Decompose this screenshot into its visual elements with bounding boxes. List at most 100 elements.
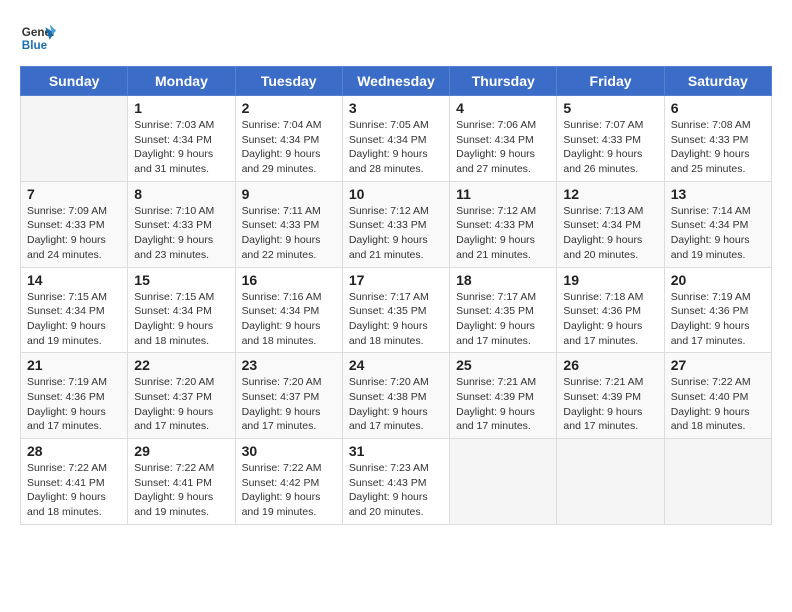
day-info: Sunrise: 7:09 AMSunset: 4:33 PMDaylight:… [27, 204, 121, 263]
day-header-thursday: Thursday [450, 67, 557, 96]
svg-text:Blue: Blue [22, 39, 48, 52]
calendar-cell: 4 Sunrise: 7:06 AMSunset: 4:34 PMDaylight… [450, 96, 557, 182]
calendar-cell: 18 Sunrise: 7:17 AMSunset: 4:35 PMDayligh… [450, 267, 557, 353]
day-info: Sunrise: 7:03 AMSunset: 4:34 PMDaylight:… [134, 118, 228, 177]
calendar-cell: 10 Sunrise: 7:12 AMSunset: 4:33 PMDayligh… [342, 181, 449, 267]
day-header-monday: Monday [128, 67, 235, 96]
day-info: Sunrise: 7:22 AMSunset: 4:41 PMDaylight:… [134, 461, 228, 520]
calendar-cell [557, 439, 664, 525]
day-number: 13 [671, 186, 765, 202]
day-number: 4 [456, 100, 550, 116]
day-header-tuesday: Tuesday [235, 67, 342, 96]
day-number: 1 [134, 100, 228, 116]
day-number: 2 [242, 100, 336, 116]
day-number: 8 [134, 186, 228, 202]
day-number: 18 [456, 272, 550, 288]
day-number: 25 [456, 357, 550, 373]
calendar-cell: 24 Sunrise: 7:20 AMSunset: 4:38 PMDayligh… [342, 353, 449, 439]
day-number: 27 [671, 357, 765, 373]
calendar-cell: 27 Sunrise: 7:22 AMSunset: 4:40 PMDayligh… [664, 353, 771, 439]
day-info: Sunrise: 7:06 AMSunset: 4:34 PMDaylight:… [456, 118, 550, 177]
calendar-cell: 12Sunrise: 7:13 AMSunset: 4:34 PMDayligh… [557, 181, 664, 267]
calendar-cell: 15 Sunrise: 7:15 AMSunset: 4:34 PMDayligh… [128, 267, 235, 353]
day-number: 9 [242, 186, 336, 202]
calendar-cell [450, 439, 557, 525]
day-number: 20 [671, 272, 765, 288]
day-number: 3 [349, 100, 443, 116]
day-number: 10 [349, 186, 443, 202]
calendar-week-1: 1 Sunrise: 7:03 AMSunset: 4:34 PMDaylight… [21, 96, 772, 182]
day-number: 29 [134, 443, 228, 459]
day-info: Sunrise: 7:22 AMSunset: 4:40 PMDaylight:… [671, 375, 765, 434]
calendar-cell: 28Sunrise: 7:22 AMSunset: 4:41 PMDayligh… [21, 439, 128, 525]
day-info: Sunrise: 7:12 AMSunset: 4:33 PMDaylight:… [456, 204, 550, 263]
calendar-cell: 17 Sunrise: 7:17 AMSunset: 4:35 PMDayligh… [342, 267, 449, 353]
calendar-cell: 31Sunrise: 7:23 AMSunset: 4:43 PMDayligh… [342, 439, 449, 525]
calendar-cell: 25 Sunrise: 7:21 AMSunset: 4:39 PMDayligh… [450, 353, 557, 439]
calendar-cell: 22 Sunrise: 7:20 AMSunset: 4:37 PMDayligh… [128, 353, 235, 439]
day-info: Sunrise: 7:20 AMSunset: 4:37 PMDaylight:… [134, 375, 228, 434]
calendar-week-5: 28 Sunrise: 7:22 AMSunset: 4:41 PMDayligh… [21, 439, 772, 525]
calendar-cell: 9 Sunrise: 7:11 AMSunset: 4:33 PMDaylight… [235, 181, 342, 267]
calendar-cell: 13 Sunrise: 7:14 AMSunset: 4:34 PMDayligh… [664, 181, 771, 267]
day-number: 14 [27, 272, 121, 288]
day-info: Sunrise: 7:16 AMSunset: 4:34 PMDaylight:… [242, 290, 336, 349]
calendar-cell: 14 Sunrise: 7:15 AMSunset: 4:34 PMDayligh… [21, 267, 128, 353]
day-number: 11 [456, 186, 550, 202]
day-number: 17 [349, 272, 443, 288]
day-info: Sunrise: 7:19 AMSunset: 4:36 PMDaylight:… [671, 290, 765, 349]
header: General Blue [20, 20, 772, 56]
day-number: 24 [349, 357, 443, 373]
day-info: Sunrise: 7:11 AMSunset: 4:33 PMDaylight:… [242, 204, 336, 263]
day-header-wednesday: Wednesday [342, 67, 449, 96]
day-header-sunday: Sunday [21, 67, 128, 96]
calendar-cell: 5Sunrise: 7:07 AMSunset: 4:33 PMDaylight… [557, 96, 664, 182]
day-info: Sunrise: 7:20 AMSunset: 4:37 PMDaylight:… [242, 375, 336, 434]
day-info: Sunrise: 7:22 AMSunset: 4:42 PMDaylight:… [242, 461, 336, 520]
day-number: 15 [134, 272, 228, 288]
day-number: 26 [563, 357, 657, 373]
day-info: Sunrise: 7:21 AMSunset: 4:39 PMDaylight:… [563, 375, 657, 434]
calendar-cell: 6 Sunrise: 7:08 AMSunset: 4:33 PMDaylight… [664, 96, 771, 182]
day-number: 28 [27, 443, 121, 459]
calendar-cell: 21Sunrise: 7:19 AMSunset: 4:36 PMDayligh… [21, 353, 128, 439]
calendar-cell [664, 439, 771, 525]
day-info: Sunrise: 7:17 AMSunset: 4:35 PMDaylight:… [456, 290, 550, 349]
calendar-week-2: 7 Sunrise: 7:09 AMSunset: 4:33 PMDaylight… [21, 181, 772, 267]
day-info: Sunrise: 7:10 AMSunset: 4:33 PMDaylight:… [134, 204, 228, 263]
day-info: Sunrise: 7:04 AMSunset: 4:34 PMDaylight:… [242, 118, 336, 177]
day-info: Sunrise: 7:20 AMSunset: 4:38 PMDaylight:… [349, 375, 443, 434]
day-info: Sunrise: 7:05 AMSunset: 4:34 PMDaylight:… [349, 118, 443, 177]
calendar-cell: 8 Sunrise: 7:10 AMSunset: 4:33 PMDaylight… [128, 181, 235, 267]
day-number: 6 [671, 100, 765, 116]
day-info: Sunrise: 7:15 AMSunset: 4:34 PMDaylight:… [134, 290, 228, 349]
day-info: Sunrise: 7:08 AMSunset: 4:33 PMDaylight:… [671, 118, 765, 177]
calendar-header-row: SundayMondayTuesdayWednesdayThursdayFrid… [21, 67, 772, 96]
day-info: Sunrise: 7:13 AMSunset: 4:34 PMDaylight:… [563, 204, 657, 263]
day-number: 23 [242, 357, 336, 373]
day-info: Sunrise: 7:23 AMSunset: 4:43 PMDaylight:… [349, 461, 443, 520]
calendar-cell: 7 Sunrise: 7:09 AMSunset: 4:33 PMDaylight… [21, 181, 128, 267]
calendar-cell: 20 Sunrise: 7:19 AMSunset: 4:36 PMDayligh… [664, 267, 771, 353]
calendar-cell: 11 Sunrise: 7:12 AMSunset: 4:33 PMDayligh… [450, 181, 557, 267]
day-number: 16 [242, 272, 336, 288]
day-info: Sunrise: 7:12 AMSunset: 4:33 PMDaylight:… [349, 204, 443, 263]
day-header-saturday: Saturday [664, 67, 771, 96]
logo-icon: General Blue [20, 20, 56, 56]
calendar-cell: 3 Sunrise: 7:05 AMSunset: 4:34 PMDaylight… [342, 96, 449, 182]
day-info: Sunrise: 7:21 AMSunset: 4:39 PMDaylight:… [456, 375, 550, 434]
calendar-week-3: 14 Sunrise: 7:15 AMSunset: 4:34 PMDayligh… [21, 267, 772, 353]
calendar-cell [21, 96, 128, 182]
day-header-friday: Friday [557, 67, 664, 96]
day-number: 21 [27, 357, 121, 373]
day-number: 7 [27, 186, 121, 202]
logo: General Blue [20, 20, 56, 56]
day-info: Sunrise: 7:15 AMSunset: 4:34 PMDaylight:… [27, 290, 121, 349]
calendar-cell: 1 Sunrise: 7:03 AMSunset: 4:34 PMDaylight… [128, 96, 235, 182]
day-number: 22 [134, 357, 228, 373]
day-info: Sunrise: 7:18 AMSunset: 4:36 PMDaylight:… [563, 290, 657, 349]
calendar-cell: 26 Sunrise: 7:21 AMSunset: 4:39 PMDayligh… [557, 353, 664, 439]
day-info: Sunrise: 7:14 AMSunset: 4:34 PMDaylight:… [671, 204, 765, 263]
day-info: Sunrise: 7:17 AMSunset: 4:35 PMDaylight:… [349, 290, 443, 349]
calendar-cell: 2 Sunrise: 7:04 AMSunset: 4:34 PMDaylight… [235, 96, 342, 182]
